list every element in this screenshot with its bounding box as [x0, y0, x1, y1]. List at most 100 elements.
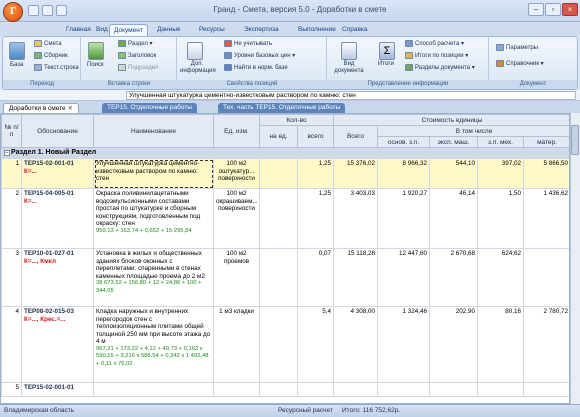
base-price-levels-button[interactable]: Уровни базовых цен ▾	[224, 52, 295, 59]
reference-button[interactable]: Справочник ▾	[496, 60, 544, 67]
estimate-button[interactable]: Смета	[34, 40, 62, 47]
table-row-partial[interactable]: 5 ТЕР15-02-001-01	[1, 382, 569, 397]
collection-button[interactable]: Сборник	[34, 52, 68, 59]
scrollbar-thumb[interactable]	[571, 125, 579, 155]
col-qty-per-header[interactable]: на ед.	[259, 125, 298, 148]
col-qty-total-header[interactable]: всего	[297, 125, 334, 148]
find-in-base-button[interactable]: Найти в норм. базе	[224, 64, 288, 71]
parameters-icon	[496, 44, 504, 51]
calc-method-icon	[405, 40, 413, 47]
position-totals-button[interactable]: Итоги по позиции ▾	[405, 52, 468, 59]
tab-home[interactable]: Главная	[62, 24, 95, 36]
row-qty-per[interactable]	[259, 306, 298, 383]
table-row[interactable]: 1 ТЕР15-02-001-01 К=... Улучшенная штукат…	[1, 158, 569, 189]
col-name-header[interactable]: Наименование	[93, 114, 214, 148]
row-qty-total[interactable]: 0,07	[297, 248, 334, 307]
parameters-button[interactable]: Параметры	[496, 44, 538, 51]
tab-expertise[interactable]: Экспертиза	[240, 24, 283, 36]
col-incl-header[interactable]: В том числе	[376, 125, 569, 137]
app-menu-button[interactable]: Г	[3, 2, 23, 22]
header-button[interactable]: Заголовок	[118, 52, 156, 59]
col-num-header[interactable]: № п/п	[1, 114, 22, 148]
row-name[interactable]: Улучшенная штукатурка цементно-известков…	[93, 158, 214, 189]
minimize-button[interactable]: –	[528, 3, 544, 16]
estimate-grid[interactable]: № п/п Обоснование Наименование Ед. изм. …	[0, 113, 570, 404]
group-position-properties-label: Свойства позиций	[177, 80, 327, 89]
row-qty-per[interactable]	[259, 158, 298, 189]
ignore-icon	[224, 40, 232, 47]
app-logo-icon: Г	[10, 6, 17, 17]
tab-document[interactable]: Документ	[109, 24, 148, 36]
section-button[interactable]: Раздел ▾	[118, 40, 153, 47]
calc-method-button[interactable]: Способ расчета ▾	[405, 40, 464, 47]
row-eksp: 46,14	[429, 188, 478, 249]
tab-execution[interactable]: Выполнение	[294, 24, 340, 36]
document-sections-button[interactable]: Разделы документа ▾	[405, 64, 475, 71]
formula-input[interactable]: Улучшенная штукатурка цементно-известков…	[126, 91, 576, 100]
col-osn-header[interactable]: основ. з.п.	[377, 136, 430, 148]
row-coef: К=..., Крес.=...	[24, 315, 66, 323]
row-unit: 100 м2 оштукатур... поверхности	[213, 158, 260, 189]
row-qty-per[interactable]	[259, 248, 298, 307]
totals-sigma-icon[interactable]: Σ	[379, 42, 395, 60]
subsection-button[interactable]: Подраздел	[118, 64, 158, 71]
table-row[interactable]: 3 ТЕР10-01-027-01 К=..., Кмкл Установка в…	[1, 248, 569, 307]
close-tab-icon[interactable]: ✕	[67, 105, 72, 112]
row-unit: 1 м3 кладки	[213, 306, 260, 383]
text-row-icon	[34, 64, 42, 71]
close-button[interactable]: ×	[562, 3, 578, 16]
text-row-button[interactable]: Текст.строка	[34, 64, 79, 71]
collapse-icon[interactable]: −	[4, 150, 10, 156]
row-zpmash: 80,16	[477, 306, 524, 383]
redo-icon[interactable]	[56, 5, 67, 16]
col-eksp-header[interactable]: эксп. маш.	[429, 136, 478, 148]
ignore-button[interactable]: Не учитывать	[224, 40, 272, 47]
row-name[interactable]: Окраска поливинилацетатными водоэмульсио…	[96, 190, 211, 228]
row-mat: 2 780,72	[522, 306, 569, 383]
document-view-icon[interactable]	[341, 42, 357, 60]
doc-tab-ter15[interactable]: ТЕР15. Отделочные работы	[102, 103, 197, 113]
row-zpmash: 624,62	[477, 248, 524, 307]
maximize-button[interactable]: ▫	[545, 3, 561, 16]
row-qty-total[interactable]: 5,4	[297, 306, 334, 383]
row-coef: К=...	[24, 167, 37, 175]
tab-help[interactable]: Справка	[338, 24, 372, 36]
row-name[interactable]: Кладка наружных и внутренних перегородок…	[96, 308, 211, 346]
section-title: Раздел 1. Новый Раздел	[11, 149, 97, 156]
row-formula: 959,13 + 163,74 + 0,652 + 15 295,84	[96, 227, 192, 234]
price-levels-icon	[224, 52, 232, 59]
col-total-header[interactable]: Всего	[333, 125, 378, 148]
row-osn: 1 324,46	[377, 306, 430, 383]
section-row[interactable]: − Раздел 1. Новый Раздел	[1, 147, 569, 159]
col-unit-header[interactable]: Ед. изм.	[213, 114, 260, 148]
col-qty-header[interactable]: Кол-во	[259, 114, 334, 126]
vertical-scrollbar[interactable]	[570, 113, 580, 404]
extra-info-icon[interactable]	[187, 42, 203, 60]
database-icon[interactable]	[9, 42, 25, 60]
save-icon[interactable]	[28, 5, 39, 16]
tab-resources[interactable]: Ресурсы	[195, 24, 229, 36]
group-info-view-label: Представление информации	[327, 80, 489, 89]
tab-data[interactable]: Данные	[153, 24, 184, 36]
row-code: ТЕР15-02-001-01	[24, 384, 75, 391]
row-qty-total[interactable]: 1,25	[297, 188, 334, 249]
undo-icon[interactable]	[42, 5, 53, 16]
estimate-table: № п/п Обоснование Наименование Ед. изм. …	[1, 114, 569, 397]
table-row[interactable]: 2 ТЕР15-04-005-01 К=... Окраска поливинил…	[1, 188, 569, 249]
doc-tab-ter15-tech[interactable]: Тех. часть ТЕР15. Отделочные работы	[218, 103, 346, 113]
row-qty-per[interactable]	[259, 188, 298, 249]
row-qty-total[interactable]: 1,25	[297, 158, 334, 189]
doc-tab-modifications[interactable]: Доработки в смете ✕	[3, 103, 79, 113]
row-code: ТЕР10-01-027-01	[24, 250, 75, 257]
col-cost-header[interactable]: Стоимость единицы	[332, 114, 569, 126]
table-row[interactable]: 4 ТЕР08-02-015-03 К=..., Крес.=... Кладка…	[1, 306, 569, 383]
totals-label: Итоги	[378, 61, 394, 67]
col-basis-header[interactable]: Обоснование	[21, 114, 94, 148]
row-name[interactable]: Установка в жилых и общественных зданиях…	[96, 250, 211, 280]
status-region: Владимирская область	[4, 407, 75, 414]
status-calc-mode: Ресурсный расчет	[278, 407, 333, 414]
col-mat-header[interactable]: матер.	[522, 136, 569, 148]
insert-search-icon[interactable]	[88, 42, 104, 60]
row-osn: 8 966,32	[377, 158, 430, 189]
col-zpmash-header[interactable]: з.п. мех.	[477, 136, 524, 148]
